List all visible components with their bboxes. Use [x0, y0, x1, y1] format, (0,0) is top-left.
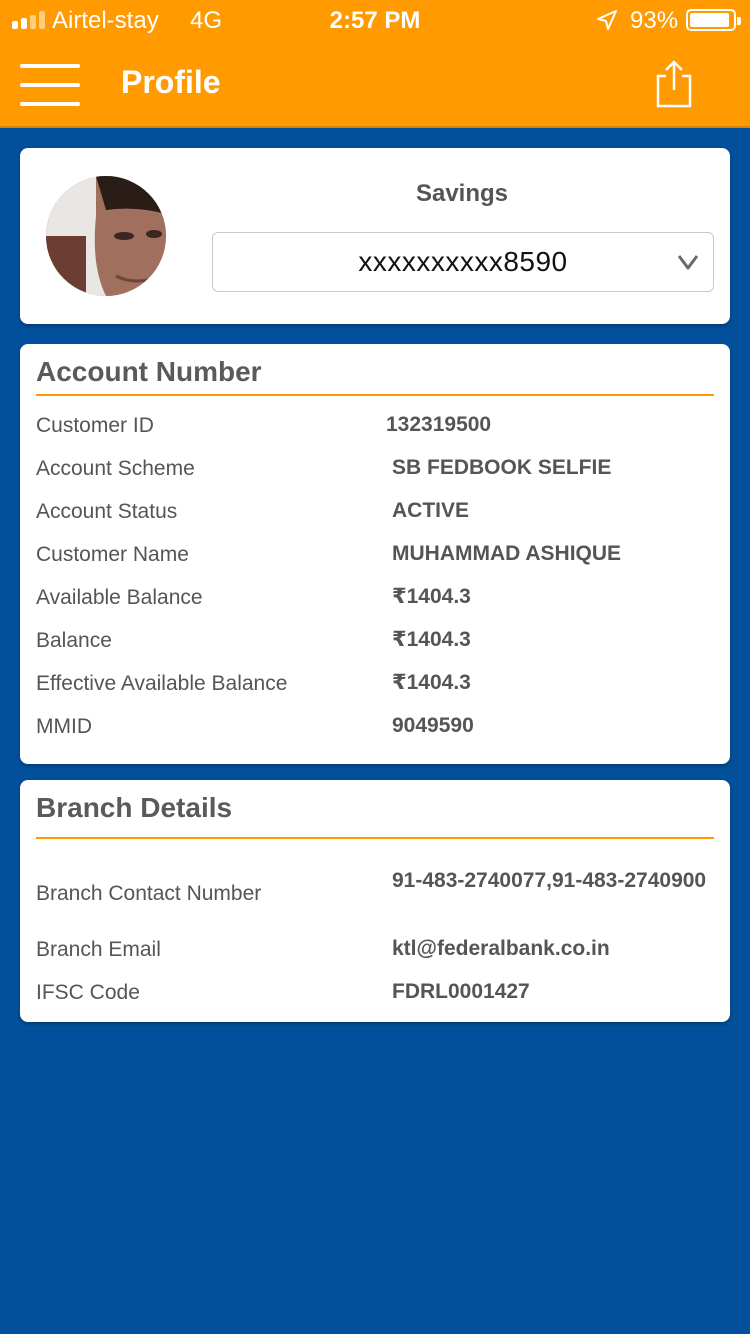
detail-row: Branch Email ktl@federalbank.co.in	[36, 937, 714, 968]
detail-label: Balance	[36, 629, 112, 652]
detail-value: 9049590	[392, 714, 474, 737]
detail-label: Available Balance	[36, 586, 203, 609]
detail-value: MUHAMMAD ASHIQUE	[392, 542, 622, 565]
detail-row: Available Balance ₹1404.3	[36, 585, 714, 616]
branch-details-card: Branch Details Branch Contact Number 91-…	[20, 780, 730, 1022]
location-arrow-icon	[597, 10, 617, 30]
account-details-card: Account Number Customer ID 132319500 Acc…	[20, 344, 730, 764]
battery-icon	[686, 9, 741, 31]
selected-account-number: xxxxxxxxxx8590	[358, 246, 568, 277]
detail-row: Balance ₹1404.3	[36, 628, 714, 659]
detail-value: SB FEDBOOK SELFIE	[392, 456, 612, 479]
detail-value: 91-483-2740077,91-483-2740900	[392, 869, 707, 892]
detail-label: Account Scheme	[36, 457, 195, 480]
detail-label: Customer Name	[36, 543, 189, 566]
detail-row: Account Scheme SB FEDBOOK SELFIE	[36, 456, 714, 487]
detail-label: Effective Available Balance	[36, 672, 288, 695]
detail-label: Account Status	[36, 500, 178, 523]
profile-card: Savings xxxxxxxxxx8590	[20, 148, 730, 324]
detail-label: IFSC Code	[36, 981, 140, 1004]
detail-value: ₹1404.3	[392, 628, 471, 651]
section-divider	[36, 837, 714, 839]
share-icon[interactable]	[652, 58, 696, 110]
detail-row: MMID 9049590	[36, 714, 714, 745]
account-type-label: Savings	[415, 180, 509, 207]
detail-value: ₹1404.3	[392, 585, 471, 608]
detail-value: 132319500	[386, 413, 492, 436]
account-selector-dropdown[interactable]: xxxxxxxxxx8590	[212, 232, 714, 292]
branch-section-title: Branch Details	[36, 792, 233, 823]
detail-label: Branch Contact Number	[36, 882, 262, 905]
detail-value: ₹1404.3	[392, 671, 471, 694]
detail-row: Customer Name MUHAMMAD ASHIQUE	[36, 542, 714, 573]
branch-email-link[interactable]: ktl@federalbank.co.in	[392, 936, 722, 962]
detail-label: Branch Email	[36, 938, 161, 961]
detail-row: Effective Available Balance ₹1404.3	[36, 671, 714, 702]
detail-row: IFSC Code FDRL0001427	[36, 980, 714, 1011]
avatar	[46, 176, 166, 296]
section-divider	[36, 394, 714, 396]
detail-label: MMID	[36, 715, 92, 738]
account-section-title: Account Number	[36, 356, 262, 387]
detail-row: Customer ID 132319500	[36, 413, 714, 444]
detail-value: FDRL0001427	[392, 980, 530, 1003]
battery-percent: 93%	[630, 7, 679, 34]
app-header: Airtel-stay 4G 2:57 PM 93% Profile	[0, 0, 750, 128]
page-title: Profile	[121, 64, 221, 100]
chevron-down-icon	[677, 255, 699, 270]
hamburger-menu-button[interactable]	[20, 64, 80, 108]
detail-row: Branch Contact Number 91-483-2740077,91-…	[36, 869, 714, 912]
detail-value: ACTIVE	[392, 499, 470, 522]
detail-row: Account Status ACTIVE	[36, 499, 714, 530]
detail-label: Customer ID	[36, 414, 154, 437]
status-bar: Airtel-stay 4G 2:57 PM 93%	[0, 0, 750, 40]
